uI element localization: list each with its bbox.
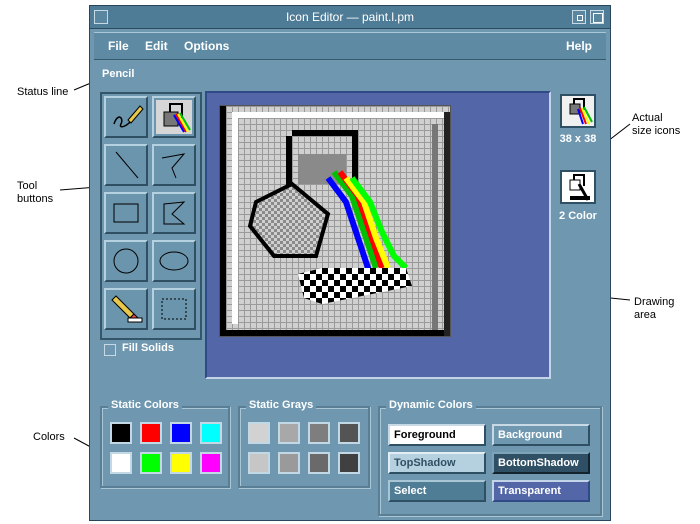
static-colors-swatches bbox=[110, 422, 222, 482]
bottomshadow-color-button[interactable]: BottomShadow bbox=[492, 452, 590, 474]
window-title: Icon Editor — paint.l.pm bbox=[285, 10, 415, 24]
tool-polyline-button[interactable] bbox=[152, 144, 196, 186]
menu-bar: File Edit Options Help bbox=[94, 32, 606, 60]
tool-circle-button[interactable] bbox=[104, 240, 148, 282]
actual-size-color-icon bbox=[560, 94, 596, 128]
static-gray-swatch[interactable] bbox=[308, 422, 330, 444]
status-line: Pencil bbox=[102, 68, 135, 80]
static-grays-label: Static Grays bbox=[246, 399, 317, 411]
static-color-swatch[interactable] bbox=[140, 422, 162, 444]
foreground-color-button[interactable]: Foreground bbox=[388, 424, 486, 446]
static-gray-swatch[interactable] bbox=[248, 452, 270, 474]
tool-rectangle-button[interactable] bbox=[104, 192, 148, 234]
background-color-button[interactable]: Background bbox=[492, 424, 590, 446]
paint-bucket-icon bbox=[156, 100, 192, 134]
menu-help[interactable]: Help bbox=[566, 33, 592, 59]
pixel-grid-canvas bbox=[220, 106, 450, 336]
static-colors-group: Static Colors bbox=[100, 399, 230, 488]
static-gray-swatch[interactable] bbox=[278, 452, 300, 474]
drawing-area[interactable] bbox=[205, 91, 551, 379]
static-color-swatch[interactable] bbox=[140, 452, 162, 474]
fill-solids-checkbox[interactable] bbox=[104, 344, 116, 356]
tool-eraser-button[interactable] bbox=[104, 288, 148, 330]
static-gray-swatch[interactable] bbox=[248, 422, 270, 444]
static-color-swatch[interactable] bbox=[170, 422, 192, 444]
static-grays-swatches bbox=[248, 422, 368, 482]
tool-select-button[interactable] bbox=[152, 288, 196, 330]
maximize-button[interactable] bbox=[590, 10, 604, 24]
icon-canvas[interactable] bbox=[219, 105, 451, 337]
static-colors-label: Static Colors bbox=[108, 399, 182, 411]
actual-size-color-label: 38 x 38 bbox=[559, 133, 597, 145]
ellipse-icon bbox=[159, 251, 189, 271]
tool-ellipse-button[interactable] bbox=[152, 240, 196, 282]
static-gray-swatch[interactable] bbox=[338, 422, 360, 444]
static-gray-swatch[interactable] bbox=[308, 452, 330, 474]
menu-edit[interactable]: Edit bbox=[145, 33, 168, 59]
line-icon bbox=[115, 151, 139, 179]
tool-flood-fill-button[interactable] bbox=[152, 96, 196, 138]
dynamic-colors-group: Dynamic Colors Foreground Background Top… bbox=[378, 399, 602, 516]
paint-bucket-mono-icon bbox=[569, 174, 590, 201]
tool-line-button[interactable] bbox=[104, 144, 148, 186]
actual-size-mono-label: 2 Color bbox=[559, 210, 597, 222]
circle-icon bbox=[113, 248, 139, 274]
polygon-icon bbox=[163, 201, 186, 225]
fill-solids-label: Fill Solids bbox=[122, 342, 174, 354]
pencil-icon bbox=[113, 105, 144, 128]
menu-options[interactable]: Options bbox=[184, 33, 229, 59]
dynamic-colors-label: Dynamic Colors bbox=[386, 399, 476, 411]
static-gray-swatch[interactable] bbox=[278, 422, 300, 444]
title-bar[interactable]: Icon Editor — paint.l.pm bbox=[90, 6, 610, 29]
static-color-swatch[interactable] bbox=[110, 422, 132, 444]
tool-polygon-button[interactable] bbox=[152, 192, 196, 234]
static-color-swatch[interactable] bbox=[170, 452, 192, 474]
minimize-button[interactable] bbox=[572, 10, 586, 24]
select-color-button[interactable]: Select bbox=[388, 480, 486, 502]
icon-editor-window: Icon Editor — paint.l.pm File Edit Optio… bbox=[89, 5, 611, 521]
rectangle-icon bbox=[113, 203, 139, 223]
static-color-swatch[interactable] bbox=[200, 422, 222, 444]
actual-size-mono-icon bbox=[560, 170, 596, 204]
menu-file[interactable]: File bbox=[108, 33, 129, 59]
tool-pencil-button[interactable] bbox=[104, 96, 148, 138]
polyline-icon bbox=[161, 153, 186, 179]
tool-panel bbox=[100, 92, 202, 340]
static-color-swatch[interactable] bbox=[110, 452, 132, 474]
transparent-color-button[interactable]: Transparent bbox=[492, 480, 590, 502]
selection-rectangle-icon bbox=[161, 298, 187, 320]
paint-bucket-color-icon bbox=[569, 98, 593, 125]
eraser-icon bbox=[111, 295, 143, 323]
static-color-swatch[interactable] bbox=[200, 452, 222, 474]
static-grays-group: Static Grays bbox=[238, 399, 370, 488]
static-gray-swatch[interactable] bbox=[338, 452, 360, 474]
topshadow-color-button[interactable]: TopShadow bbox=[388, 452, 486, 474]
